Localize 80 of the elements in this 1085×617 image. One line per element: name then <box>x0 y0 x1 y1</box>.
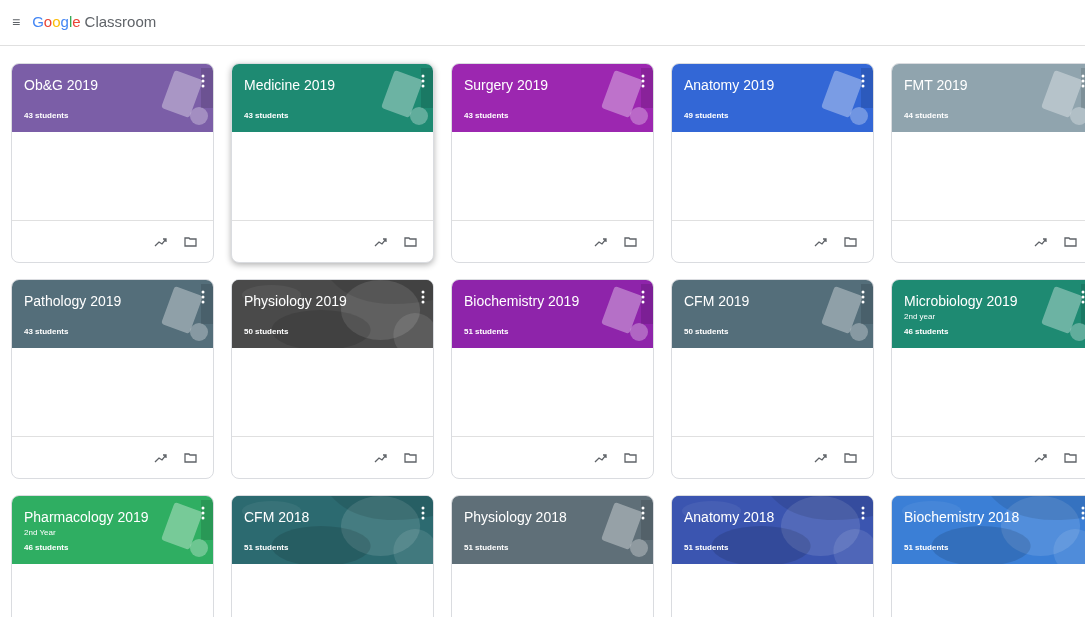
class-card[interactable]: Anatomy 2018 51 students <box>671 495 874 617</box>
class-title[interactable]: CFM 2019 <box>684 292 833 310</box>
class-card[interactable]: Surgery 2019 43 students <box>451 63 654 263</box>
class-card[interactable]: CFM 2019 50 students <box>671 279 874 479</box>
class-title[interactable]: Biochemistry 2018 <box>904 508 1053 526</box>
more-icon[interactable] <box>641 506 645 520</box>
class-card[interactable]: Pharmacology 2019 2nd Year 46 students <box>11 495 214 617</box>
class-title[interactable]: Biochemistry 2019 <box>464 292 613 310</box>
folder-icon[interactable] <box>624 452 637 463</box>
student-count: 43 students <box>244 110 290 122</box>
class-title[interactable]: Pharmacology 2019 <box>24 508 173 526</box>
trend-icon[interactable] <box>154 236 168 247</box>
student-count: 51 students <box>684 542 730 554</box>
more-icon[interactable] <box>861 506 865 520</box>
class-card[interactable]: Ob&G 2019 43 students <box>11 63 214 263</box>
more-icon[interactable] <box>861 74 865 88</box>
student-count: 50 students <box>244 326 290 338</box>
more-icon[interactable] <box>201 290 205 304</box>
student-count: 51 students <box>244 542 290 554</box>
class-title[interactable]: Pathology 2019 <box>24 292 173 310</box>
folder-icon[interactable] <box>184 236 197 247</box>
more-icon[interactable] <box>421 74 425 88</box>
class-title[interactable]: Anatomy 2019 <box>684 76 833 94</box>
class-title[interactable]: Physiology 2019 <box>244 292 393 310</box>
trend-icon[interactable] <box>374 452 388 463</box>
trend-icon[interactable] <box>154 452 168 463</box>
more-icon[interactable] <box>421 290 425 304</box>
class-title[interactable]: Microbiology 2019 <box>904 292 1053 310</box>
more-icon[interactable] <box>641 74 645 88</box>
menu-button[interactable]: ≡ <box>12 12 21 33</box>
more-icon[interactable] <box>861 290 865 304</box>
trend-icon[interactable] <box>594 236 608 247</box>
student-count: 51 students <box>464 542 510 554</box>
folder-icon[interactable] <box>1064 236 1077 247</box>
folder-icon[interactable] <box>624 236 637 247</box>
more-icon[interactable] <box>421 506 425 520</box>
student-count: 43 students <box>24 110 70 122</box>
student-count: 51 students <box>464 326 510 338</box>
app-logo[interactable]: Google Classroom <box>32 11 157 34</box>
class-card[interactable]: Medicine 2019 43 students <box>231 63 434 263</box>
student-count: 44 students <box>904 110 950 122</box>
class-card[interactable]: Anatomy 2019 49 students <box>671 63 874 263</box>
folder-icon[interactable] <box>184 452 197 463</box>
class-title[interactable]: Physiology 2018 <box>464 508 613 526</box>
more-icon[interactable] <box>641 290 645 304</box>
trend-icon[interactable] <box>374 236 388 247</box>
student-count: 43 students <box>464 110 510 122</box>
student-count: 49 students <box>684 110 730 122</box>
folder-icon[interactable] <box>404 236 417 247</box>
student-count: 46 students <box>904 326 950 338</box>
folder-icon[interactable] <box>1064 452 1077 463</box>
student-count: 50 students <box>684 326 730 338</box>
class-title[interactable]: Ob&G 2019 <box>24 76 173 94</box>
more-icon[interactable] <box>201 74 205 88</box>
trend-icon[interactable] <box>1034 452 1048 463</box>
class-title[interactable]: Medicine 2019 <box>244 76 393 94</box>
trend-icon[interactable] <box>1034 236 1048 247</box>
student-count: 51 students <box>904 542 950 554</box>
folder-icon[interactable] <box>404 452 417 463</box>
class-title[interactable]: Anatomy 2018 <box>684 508 833 526</box>
student-count: 46 students <box>24 542 70 554</box>
class-card[interactable]: Physiology 2018 51 students <box>451 495 654 617</box>
class-card[interactable]: Physiology 2019 50 students <box>231 279 434 479</box>
class-card[interactable]: Biochemistry 2019 51 students <box>451 279 654 479</box>
trend-icon[interactable] <box>594 452 608 463</box>
trend-icon[interactable] <box>814 236 828 247</box>
class-section: 2nd year <box>904 312 1053 322</box>
trend-icon[interactable] <box>814 452 828 463</box>
class-title[interactable]: CFM 2018 <box>244 508 393 526</box>
folder-icon[interactable] <box>844 452 857 463</box>
class-card[interactable]: CFM 2018 51 students <box>231 495 434 617</box>
more-icon[interactable] <box>1081 506 1085 520</box>
class-card[interactable]: Biochemistry 2018 51 students <box>891 495 1085 617</box>
more-icon[interactable] <box>1081 290 1085 304</box>
folder-icon[interactable] <box>844 236 857 247</box>
class-card[interactable]: Pathology 2019 43 students <box>11 279 214 479</box>
student-count: 43 students <box>24 326 70 338</box>
class-title[interactable]: Surgery 2019 <box>464 76 613 94</box>
class-section: 2nd Year <box>24 528 173 538</box>
class-card[interactable]: Microbiology 2019 2nd year 46 students <box>891 279 1085 479</box>
